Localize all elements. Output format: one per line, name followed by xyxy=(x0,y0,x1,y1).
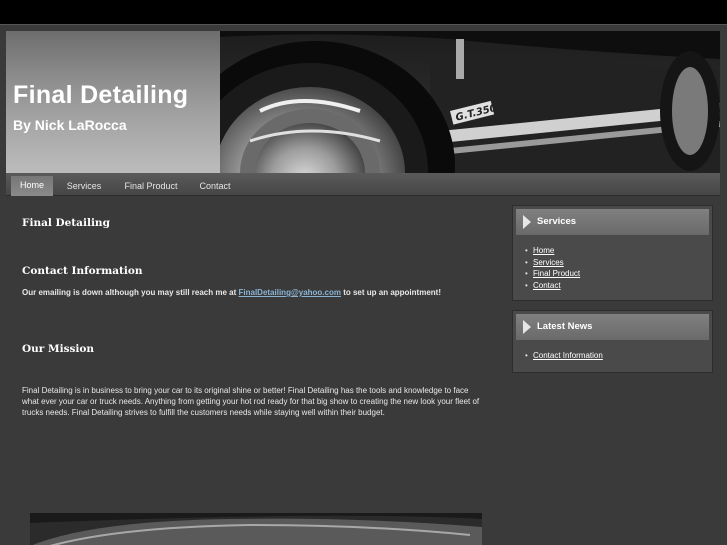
news-link-list: Contact Information xyxy=(513,340,712,368)
list-item: Home xyxy=(525,245,712,257)
car-hood-photo xyxy=(30,513,482,545)
contact-text-after: to set up an appointment! xyxy=(340,288,441,297)
page-heading: Final Detailing xyxy=(22,217,110,229)
list-item: Final Product xyxy=(525,268,712,280)
sidebar-link-contact[interactable]: Contact xyxy=(533,281,561,290)
page-frame: Final Detailing By Nick LaRocca G.T.350 … xyxy=(0,24,727,545)
site-subtitle: By Nick LaRocca xyxy=(13,117,127,133)
nav-services[interactable]: Services xyxy=(62,178,106,196)
main-navigation: Home Services Final Product Contact xyxy=(6,173,720,196)
news-box-title: Latest News xyxy=(537,321,593,332)
contact-text-before: Our emailing is down although you may st… xyxy=(22,288,239,297)
sidebar-link-home[interactable]: Home xyxy=(533,246,554,255)
nav-contact[interactable]: Contact xyxy=(194,178,236,196)
sidebar-link-services[interactable]: Services xyxy=(533,258,564,267)
site-title[interactable]: Final Detailing xyxy=(13,81,188,110)
news-box-header: Latest News xyxy=(516,314,709,340)
arrow-right-icon xyxy=(523,320,531,334)
latest-news-box: Latest News Contact Information xyxy=(512,310,713,373)
list-item: Services xyxy=(525,257,712,269)
arrow-right-icon xyxy=(523,215,531,229)
services-box: Services Home Services Final Product Con… xyxy=(512,205,713,301)
list-item: Contact xyxy=(525,280,712,292)
news-link-contact-information[interactable]: Contact Information xyxy=(533,351,603,360)
car-wheel-photo: G.T.350 xyxy=(220,31,720,173)
services-box-header: Services xyxy=(516,209,709,235)
site-header: Final Detailing By Nick LaRocca G.T.350 xyxy=(6,31,720,173)
nav-final-product[interactable]: Final Product xyxy=(120,178,182,196)
services-link-list: Home Services Final Product Contact xyxy=(513,235,712,297)
contact-email-link[interactable]: FinalDetailing@yahoo.com xyxy=(239,288,341,297)
contact-paragraph: Our emailing is down although you may st… xyxy=(22,287,482,298)
services-box-title: Services xyxy=(537,216,577,227)
sidebar-link-final-product[interactable]: Final Product xyxy=(533,269,580,278)
contact-heading: Contact Information xyxy=(22,265,143,277)
mission-heading: Our Mission xyxy=(22,343,95,355)
mission-paragraph: Final Detailing is in business to bring … xyxy=(22,386,480,417)
brand-panel: Final Detailing By Nick LaRocca xyxy=(6,31,220,173)
nav-home[interactable]: Home xyxy=(11,176,53,196)
list-item: Contact Information xyxy=(525,350,712,362)
